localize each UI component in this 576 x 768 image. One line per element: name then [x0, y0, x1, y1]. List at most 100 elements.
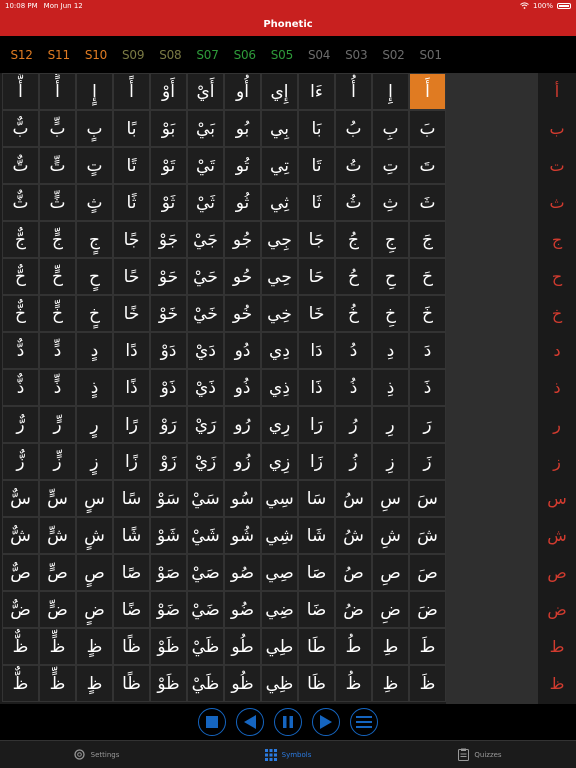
symbol-cell[interactable]: شُو	[224, 517, 261, 554]
symbol-cell[interactable]: دٍ	[76, 332, 113, 369]
symbol-cell[interactable]: خًا	[113, 295, 150, 332]
section-s07[interactable]: S07	[189, 48, 226, 62]
symbol-cell[interactable]: سٍّ	[39, 480, 76, 517]
symbol-cell[interactable]: صَيْ	[187, 554, 224, 591]
letter-index-item[interactable]: خ	[538, 295, 576, 332]
symbol-cell[interactable]: ثِ	[372, 184, 409, 221]
symbol-cell[interactable]: رُ	[335, 406, 372, 443]
symbol-cell[interactable]: رَوْ	[150, 406, 187, 443]
symbol-cell[interactable]: ثٍّ	[39, 184, 76, 221]
symbol-cell[interactable]: خُو	[224, 295, 261, 332]
section-s05[interactable]: S05	[263, 48, 300, 62]
symbol-cell[interactable]: سِي	[261, 480, 298, 517]
symbol-cell[interactable]: تَ	[409, 147, 446, 184]
previous-button[interactable]	[236, 708, 264, 736]
symbol-cell[interactable]: سٌّ	[2, 480, 39, 517]
symbol-cell[interactable]: جَا	[298, 221, 335, 258]
symbol-cell[interactable]: صِ	[372, 554, 409, 591]
symbol-cell[interactable]: ضَوْ	[150, 591, 187, 628]
symbol-cell[interactable]: بَ	[409, 110, 446, 147]
symbol-cell[interactable]: ءَا	[298, 73, 335, 110]
section-s09[interactable]: S09	[115, 48, 152, 62]
letter-index-item[interactable]: س	[538, 480, 576, 517]
symbol-cell[interactable]: طُ	[335, 628, 372, 665]
symbol-cell[interactable]: زٌّ	[2, 443, 39, 480]
symbol-cell[interactable]: جٍ	[76, 221, 113, 258]
symbol-cell[interactable]: شَا	[298, 517, 335, 554]
symbol-cell[interactable]: صُ	[335, 554, 372, 591]
symbol-cell[interactable]: ظَا	[298, 665, 335, 702]
symbol-cell[interactable]: زٍ	[76, 443, 113, 480]
symbol-cell[interactable]: ضٍ	[76, 591, 113, 628]
symbol-cell[interactable]: ذَا	[298, 369, 335, 406]
symbol-cell[interactable]: تِ	[372, 147, 409, 184]
symbol-cell[interactable]: زٍّ	[39, 443, 76, 480]
symbol-cell[interactable]: سًا	[113, 480, 150, 517]
symbol-cell[interactable]: صٍ	[76, 554, 113, 591]
symbol-cell[interactable]: دٌّ	[2, 332, 39, 369]
symbol-cell[interactable]: سُو	[224, 480, 261, 517]
symbol-cell[interactable]: شِ	[372, 517, 409, 554]
symbol-cell[interactable]: تُ	[335, 147, 372, 184]
letter-index-item[interactable]: ض	[538, 591, 576, 628]
symbol-cell[interactable]: رِي	[261, 406, 298, 443]
symbol-cell[interactable]: ضٌّ	[2, 591, 39, 628]
symbol-cell[interactable]: أَيْ	[187, 73, 224, 110]
stop-button[interactable]	[198, 708, 226, 736]
symbol-cell[interactable]: جِ	[372, 221, 409, 258]
symbol-cell[interactable]: طِ	[372, 628, 409, 665]
symbol-cell[interactable]: صٌّ	[2, 554, 39, 591]
section-s04[interactable]: S04	[301, 48, 338, 62]
section-s06[interactable]: S06	[226, 48, 263, 62]
letter-index-item[interactable]: ب	[538, 110, 576, 147]
tab-settings[interactable]: Settings	[0, 741, 192, 768]
symbol-cell[interactable]: ذَ	[409, 369, 446, 406]
symbol-cell[interactable]: طُو	[224, 628, 261, 665]
symbol-cell[interactable]: بَيْ	[187, 110, 224, 147]
symbol-cell[interactable]: بَا	[298, 110, 335, 147]
symbol-cell[interactable]: صٍّ	[39, 554, 76, 591]
symbol-cell[interactable]: تًا	[113, 147, 150, 184]
symbol-cell[interactable]: رٍّ	[39, 406, 76, 443]
symbol-cell[interactable]: ثِي	[261, 184, 298, 221]
symbol-cell[interactable]: شٌّ	[2, 517, 39, 554]
symbol-cell[interactable]: طَا	[298, 628, 335, 665]
symbol-cell[interactable]: رَا	[298, 406, 335, 443]
symbol-cell[interactable]: حِي	[261, 258, 298, 295]
symbol-cell[interactable]: جَوْ	[150, 221, 187, 258]
symbol-cell[interactable]: رَيْ	[187, 406, 224, 443]
symbol-cell[interactable]: إٍ	[76, 73, 113, 110]
symbol-cell[interactable]: رٍ	[76, 406, 113, 443]
symbol-cell[interactable]: زِي	[261, 443, 298, 480]
symbol-cell[interactable]: ظَوْ	[150, 665, 187, 702]
symbol-cell[interactable]: رٌّ	[2, 406, 39, 443]
symbol-cell[interactable]: ظٍ	[76, 628, 113, 665]
section-s01[interactable]: S01	[412, 48, 449, 62]
symbol-cell[interactable]: زُو	[224, 443, 261, 480]
symbol-cell[interactable]: ثُ	[335, 184, 372, 221]
symbol-cell[interactable]: دِ	[372, 332, 409, 369]
symbol-cell[interactable]: ظٌّ	[2, 665, 39, 702]
playlist-button[interactable]	[350, 708, 378, 736]
symbol-cell[interactable]: بُو	[224, 110, 261, 147]
symbol-cell[interactable]: ذِي	[261, 369, 298, 406]
symbol-cell[interactable]: دُو	[224, 332, 261, 369]
symbol-cell[interactable]: ثَيْ	[187, 184, 224, 221]
symbol-cell[interactable]: خَ	[409, 295, 446, 332]
symbol-cell[interactable]: تٍّ	[39, 147, 76, 184]
symbol-cell[interactable]: رِ	[372, 406, 409, 443]
symbol-cell[interactable]: تَا	[298, 147, 335, 184]
symbol-cell[interactable]: أٍّ	[39, 73, 76, 110]
symbol-cell[interactable]: رًا	[113, 406, 150, 443]
symbol-cell[interactable]: بُ	[335, 110, 372, 147]
letter-index-item[interactable]: ص	[538, 554, 576, 591]
letter-index-item[interactable]: ث	[538, 184, 576, 221]
symbol-cell[interactable]: ثٌّ	[2, 184, 39, 221]
symbol-cell[interactable]: جَيْ	[187, 221, 224, 258]
letter-index-item[interactable]: ذ	[538, 369, 576, 406]
symbol-cell[interactable]: ثُو	[224, 184, 261, 221]
symbol-cell[interactable]: شًا	[113, 517, 150, 554]
symbol-cell[interactable]: حَيْ	[187, 258, 224, 295]
symbol-cell[interactable]: ذِ	[372, 369, 409, 406]
symbol-cell[interactable]: ثًا	[113, 184, 150, 221]
